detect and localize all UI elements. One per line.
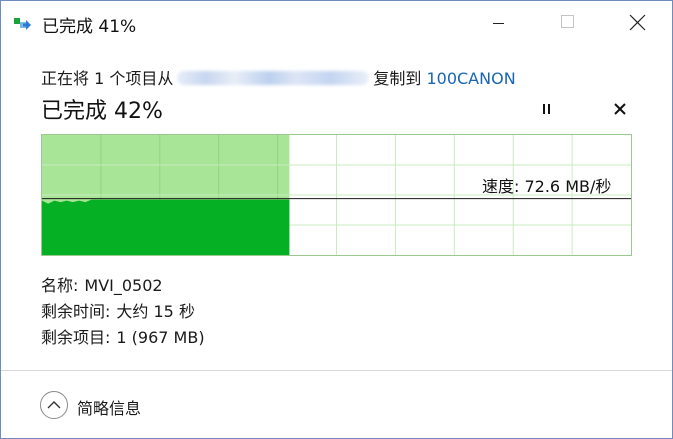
- pause-icon: [543, 104, 550, 114]
- close-button[interactable]: [613, 1, 659, 45]
- file-name-value: MVI_0502: [84, 276, 163, 295]
- destination-link[interactable]: 100CANON: [426, 69, 515, 88]
- operation-description: 正在将 1 个项目从 复制到 100CANON: [41, 65, 516, 89]
- file-name-label: 名称:: [41, 276, 79, 295]
- less-details-label: 简略信息: [77, 399, 142, 418]
- minimize-button[interactable]: [475, 1, 521, 45]
- minimize-icon: [493, 23, 504, 24]
- copy-progress-dialog: 已完成 41% 正在将 1 个项目从 复制到 100CANON 已完成 42%: [0, 0, 673, 439]
- progress-heading: 已完成 42%: [41, 99, 163, 124]
- copy-arrow-icon: [14, 16, 36, 32]
- speed-area: [42, 199, 290, 255]
- window-title: 已完成 41%: [42, 17, 137, 37]
- speed-label: 速度: 72.6 MB/秒: [482, 177, 612, 196]
- time-remaining-label: 剩余时间:: [41, 302, 111, 321]
- items-remaining-label: 剩余项目:: [41, 328, 111, 347]
- title-bar[interactable]: 已完成 41%: [1, 1, 672, 45]
- items-remaining-value: 1 (967 MB): [116, 328, 205, 347]
- footer-divider: [1, 370, 672, 371]
- close-icon: [629, 14, 646, 31]
- operation-prefix: 正在将 1 个项目从: [41, 69, 174, 88]
- pause-button[interactable]: [533, 99, 559, 121]
- maximize-button[interactable]: [544, 1, 590, 45]
- cancel-icon: [614, 103, 626, 115]
- file-name-row: 名称: MVI_0502: [41, 272, 163, 296]
- cancel-button[interactable]: [607, 99, 633, 121]
- source-path-link[interactable]: [177, 71, 370, 85]
- chevron-up-icon: [40, 391, 68, 419]
- items-remaining-row: 剩余项目: 1 (967 MB): [41, 324, 205, 348]
- maximize-icon: [561, 15, 574, 28]
- time-remaining-value: 大约 15 秒: [116, 302, 195, 321]
- time-remaining-row: 剩余时间: 大约 15 秒: [41, 298, 195, 322]
- copy-to-text: 复制到: [373, 69, 422, 88]
